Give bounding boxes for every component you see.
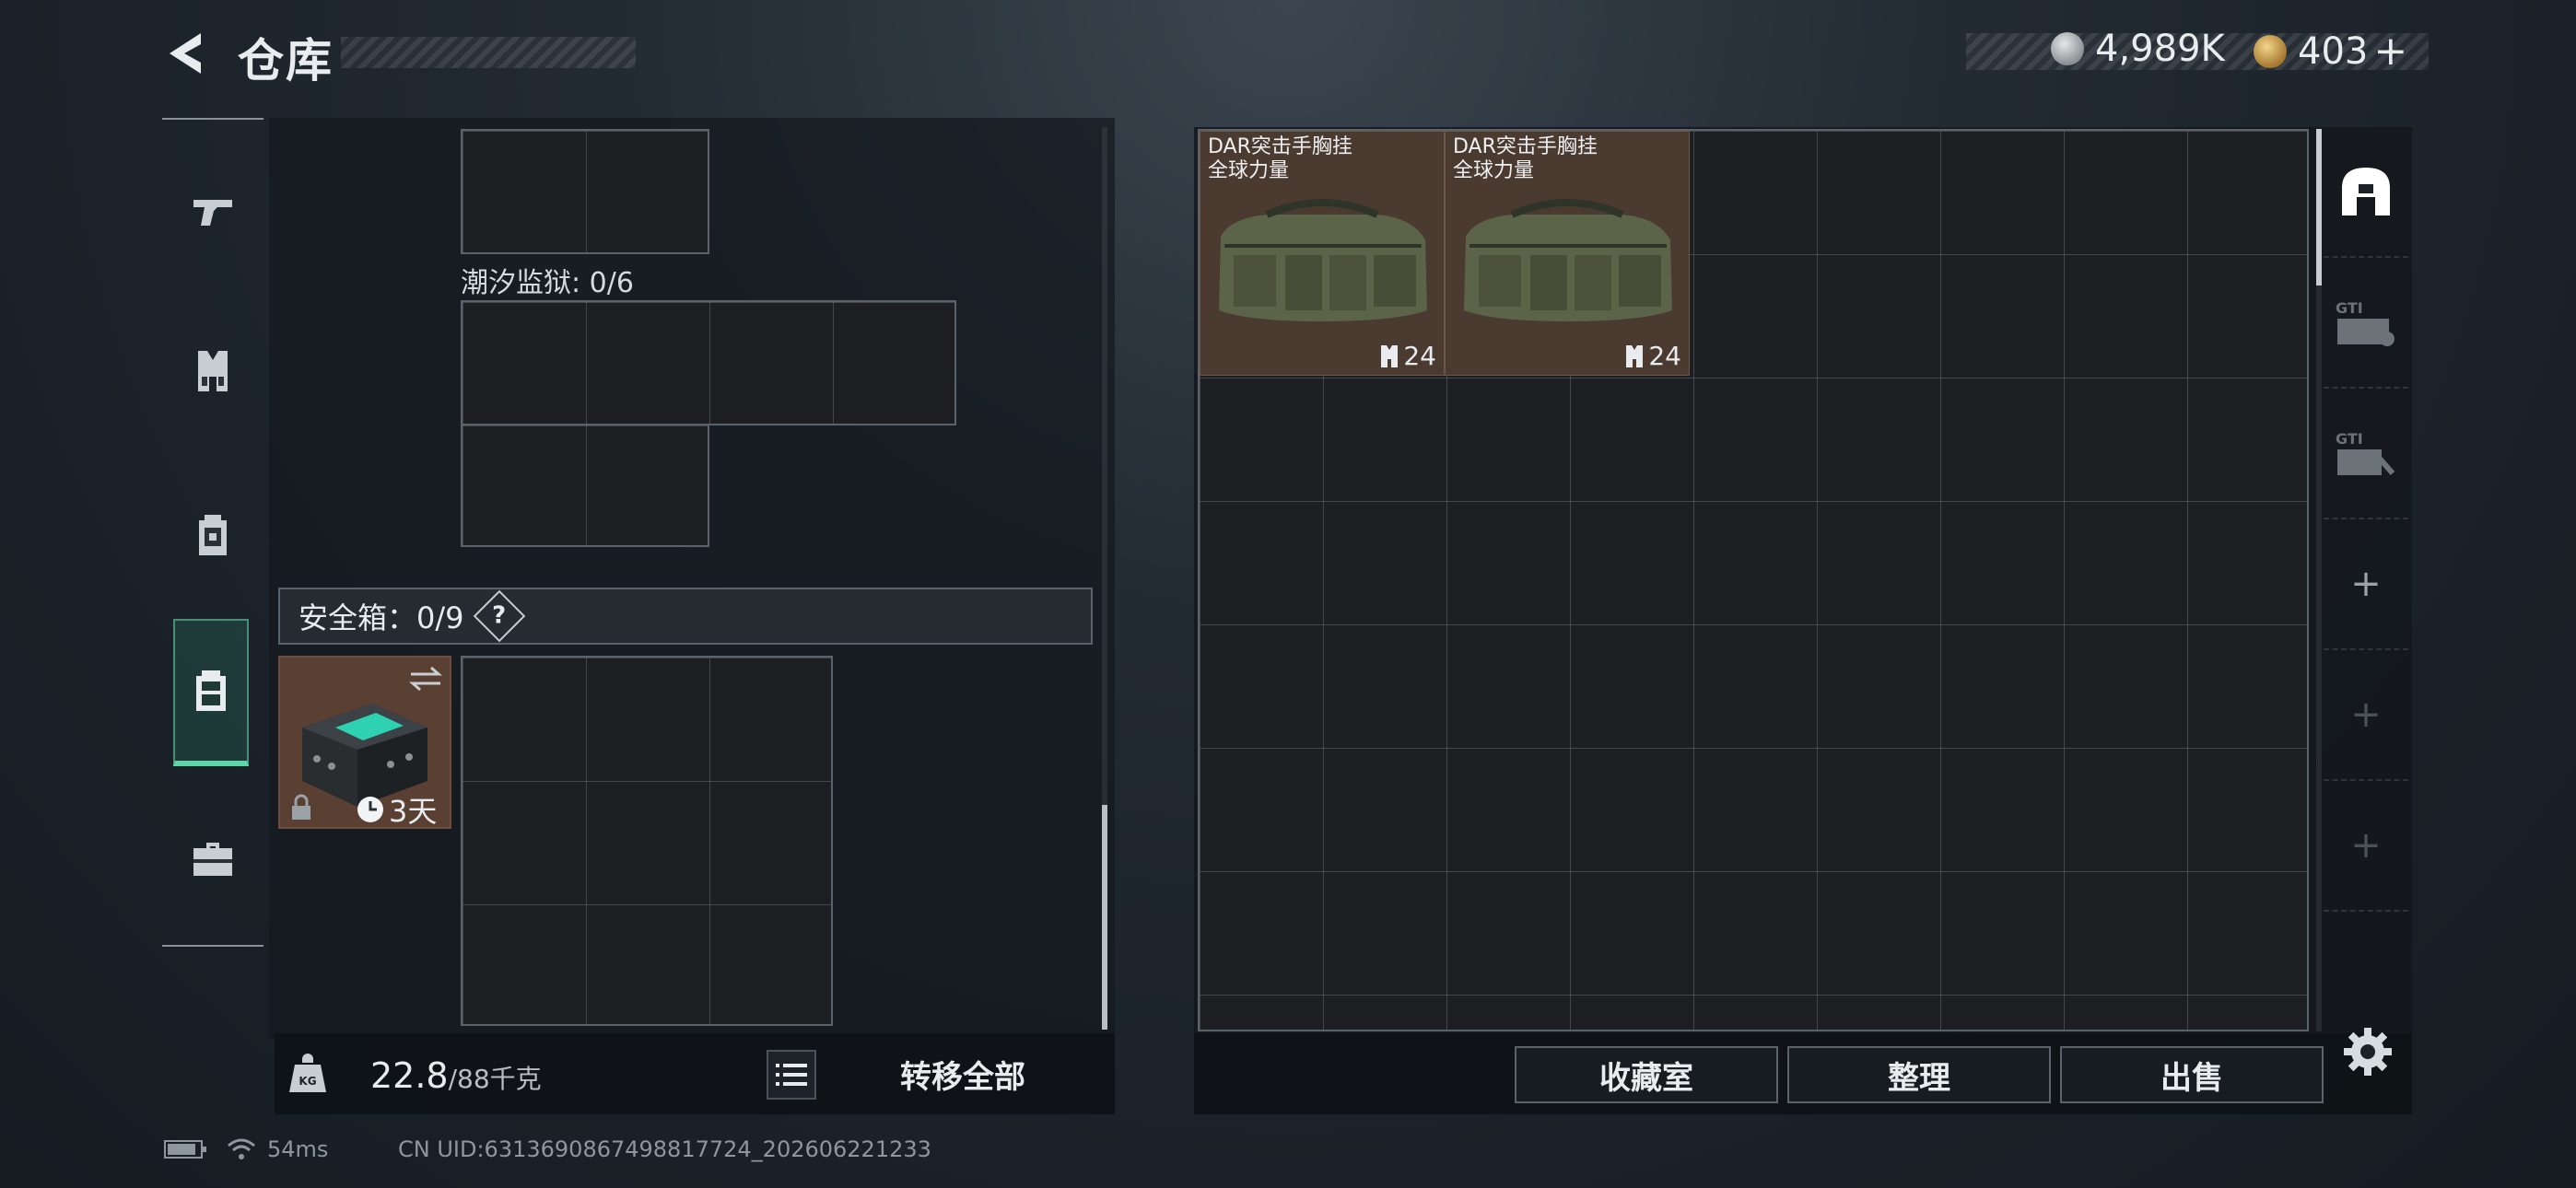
safe-box-header: 安全箱：0/9 ? — [278, 588, 1093, 645]
gold-amount: 403 — [2298, 29, 2369, 73]
tide-prison-grid-bottom[interactable] — [461, 424, 709, 547]
tab-add-2[interactable]: + — [2324, 650, 2408, 781]
pouch-icon — [196, 670, 226, 711]
clock-icon — [357, 797, 383, 822]
add-currency-icon[interactable]: + — [2373, 28, 2407, 75]
nav-vest[interactable] — [162, 320, 263, 422]
item-name-line2: 全球力量 — [1208, 159, 1290, 182]
nav-weapons[interactable] — [162, 160, 263, 262]
nav-backpack[interactable] — [162, 484, 263, 586]
battery-icon — [164, 1140, 206, 1159]
weight-current: 22.8 — [370, 1055, 449, 1096]
status-footer: 54ms — [164, 1136, 328, 1162]
tide-prison-grid-top[interactable] — [461, 300, 956, 425]
nav-tools[interactable] — [162, 809, 263, 910]
tab-add-1[interactable]: + — [2324, 519, 2408, 650]
tide-prison-label: 潮汐监狱: 0/6 — [461, 267, 634, 299]
plus-icon: + — [2350, 824, 2382, 867]
right-scroll-thumb[interactable] — [2316, 129, 2322, 285]
timer-text: 3天 — [389, 794, 438, 829]
tab-home[interactable] — [2324, 127, 2408, 258]
gold-currency[interactable]: 403 + — [2254, 28, 2407, 75]
weight-icon: KG — [289, 1054, 326, 1092]
plus-icon: + — [2350, 563, 2382, 605]
home-storage-icon — [2342, 168, 2390, 215]
transfer-all-button[interactable]: 转移全部 — [829, 1041, 1096, 1107]
ping-text: 54ms — [267, 1136, 329, 1162]
back-arrow-icon — [170, 33, 201, 74]
uid-text: CN UID:6313690867498817724_202606221233 — [398, 1136, 931, 1162]
safe-timer: 3天 — [356, 788, 437, 831]
back-button[interactable] — [164, 29, 210, 77]
vest-icon — [198, 351, 228, 391]
settings-gear-icon[interactable] — [2342, 1026, 2394, 1077]
weight-max: /88千克 — [448, 1064, 542, 1094]
list-icon — [776, 1064, 807, 1086]
safe-box-label: 安全箱：0/9 — [299, 600, 464, 635]
svg-text:GTI: GTI — [2336, 299, 2363, 317]
tab-gti-case[interactable]: GTI — [2324, 258, 2408, 389]
vest-small-icon — [1381, 344, 1399, 367]
list-view-button[interactable] — [767, 1050, 816, 1100]
weight-readout: 22.8/88千克 — [370, 1055, 542, 1096]
title-decoration — [341, 37, 636, 68]
backpack-icon — [199, 515, 227, 555]
storage-item[interactable]: DAR突击手胸挂 全球力量 24 — [1445, 131, 1690, 376]
organize-button[interactable]: 整理 — [1787, 1046, 2051, 1103]
item-count: 24 — [1379, 341, 1436, 371]
svg-text:GTI: GTI — [2336, 430, 2363, 448]
chest-rig-image — [1464, 199, 1672, 321]
item-name: DAR突击手胸挂 全球力量 — [1453, 135, 1598, 183]
category-nav — [162, 118, 263, 947]
gti-lock-icon: GTI — [2336, 430, 2395, 475]
sell-button[interactable]: 出售 — [2060, 1046, 2324, 1103]
count-text: 24 — [1403, 341, 1436, 371]
chest-rig-grid[interactable] — [461, 129, 709, 254]
item-name-line1: DAR突击手胸挂 — [1208, 135, 1352, 158]
collection-room-button[interactable]: 收藏室 — [1515, 1046, 1778, 1103]
nav-container[interactable] — [173, 619, 249, 766]
tab-gti-lock[interactable]: GTI — [2324, 389, 2408, 519]
chest-rig-image — [1219, 199, 1427, 321]
safe-box-item[interactable]: 3天 — [278, 656, 451, 829]
plus-icon: + — [2350, 693, 2382, 736]
storage-tabs: GTI GTI + + + — [2324, 127, 2408, 1039]
storage-item[interactable]: DAR突击手胸挂 全球力量 24 — [1200, 131, 1445, 376]
gti-case-icon: GTI — [2336, 299, 2395, 346]
silver-coin-icon — [2051, 32, 2084, 65]
item-name-line1: DAR突击手胸挂 — [1453, 135, 1598, 158]
svg-text:KG: KG — [299, 1075, 316, 1088]
help-text: ? — [491, 602, 507, 630]
page-title: 仓库 — [238, 34, 334, 87]
swap-icon[interactable] — [407, 665, 444, 693]
tab-add-3[interactable]: + — [2324, 781, 2408, 912]
left-scroll-thumb[interactable] — [1102, 805, 1107, 1030]
silver-amount: 4,989K — [2095, 28, 2225, 70]
lock-icon — [292, 794, 310, 820]
vest-small-icon — [1626, 344, 1644, 367]
help-icon[interactable]: ? — [473, 589, 525, 643]
wifi-icon — [228, 1138, 255, 1159]
toolbox-icon — [193, 843, 232, 876]
item-name: DAR突击手胸挂 全球力量 — [1208, 135, 1352, 183]
item-name-line2: 全球力量 — [1453, 159, 1535, 182]
gold-coin-icon — [2254, 34, 2287, 68]
pistol-icon — [193, 200, 232, 226]
safe-box-grid[interactable] — [461, 656, 833, 1026]
silver-currency: 4,989K — [2051, 28, 2225, 70]
item-count: 24 — [1624, 341, 1681, 371]
count-text: 24 — [1648, 341, 1681, 371]
